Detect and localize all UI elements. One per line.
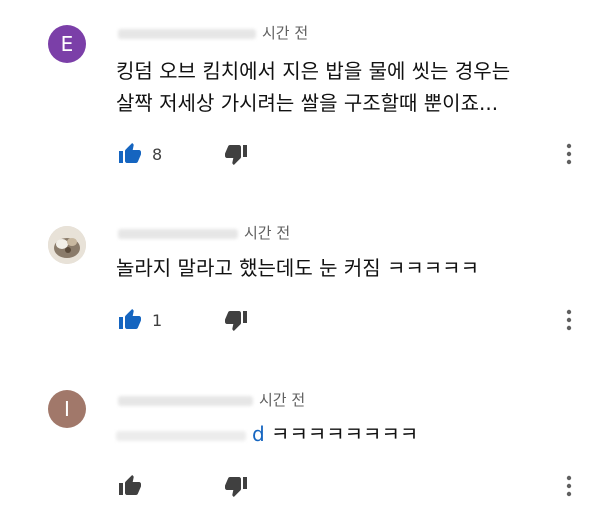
redacted-mention [116,430,246,441]
comment-time: 시간 전 [262,24,309,42]
like-button[interactable] [115,306,145,334]
avatar[interactable]: E [48,25,86,63]
more-vertical-icon [566,475,572,497]
comment-text-line: d ㅋㅋㅋㅋㅋㅋㅋㅋ [116,418,418,450]
thumbs-down-icon [225,145,247,165]
more-vertical-icon [566,309,572,331]
comment-text: ㅋㅋㅋㅋㅋㅋㅋㅋ [264,422,419,446]
comment-meta: 시간 전 [118,22,308,43]
comment-actions [115,472,585,500]
comment-text-line: 놀라지 말라고 했는데도 눈 커짐 ㅋㅋㅋㅋㅋ [116,256,479,280]
more-options-button[interactable] [559,140,579,168]
thumbs-up-icon [119,143,141,163]
dislike-button[interactable] [221,306,251,334]
comment-meta: 시간 전 [118,222,290,243]
like-button[interactable] [115,472,145,500]
redacted-username [118,28,256,39]
avatar-letter: E [60,32,74,56]
comment-time: 시간 전 [259,391,306,409]
thumbs-down-icon [225,477,247,497]
redacted-username [118,228,238,239]
comment-text-line: 킹덤 오브 킴치에서 지은 밥을 물에 씻는 경우는 [116,59,511,83]
comment-time: 시간 전 [244,224,291,242]
comment-actions: 8 [115,140,585,168]
like-count: 1 [152,311,163,330]
comment-actions: 1 [115,306,585,334]
dislike-button[interactable] [221,472,251,500]
thumbs-up-icon [119,475,141,495]
like-count: 8 [152,145,163,164]
avatar-photo-icon [48,226,86,264]
mention-link[interactable]: d [252,422,265,446]
more-options-button[interactable] [559,306,579,334]
redacted-username [118,395,253,406]
dislike-button[interactable] [221,140,251,168]
comment-meta: 시간 전 [118,389,305,410]
thumbs-down-icon [225,311,247,331]
like-button[interactable] [115,140,145,168]
avatar[interactable]: I [48,390,86,428]
comment-text-line: 살짝 저세상 가시려는 쌀을 구조할때 뿐이죠... [116,91,499,115]
avatar-letter: I [64,397,70,421]
avatar[interactable] [48,226,86,264]
more-vertical-icon [566,143,572,165]
more-options-button[interactable] [559,472,579,500]
thumbs-up-icon [119,309,141,329]
